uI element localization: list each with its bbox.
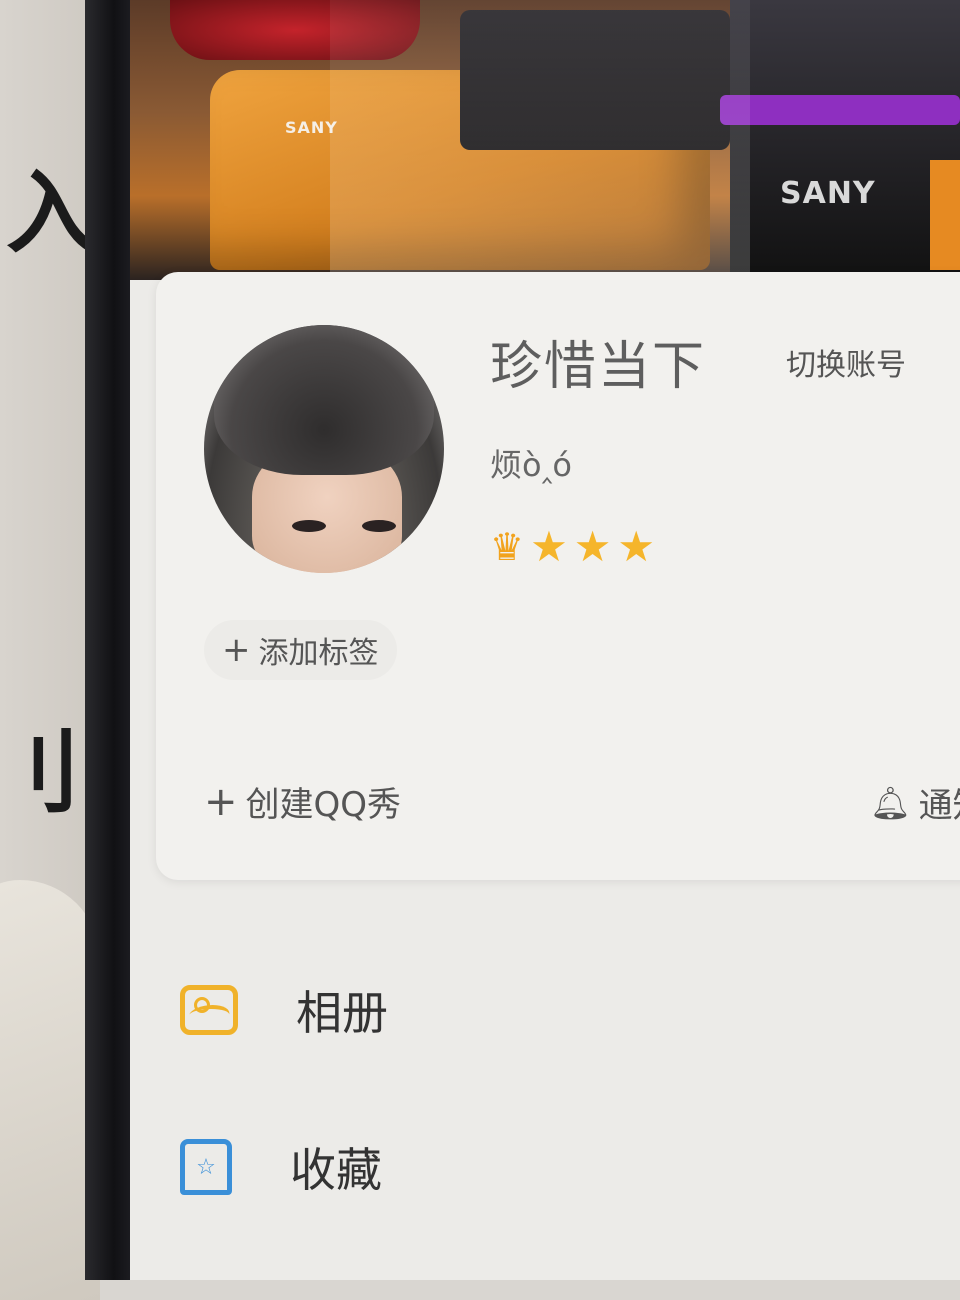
cover-cab-right: [730, 0, 960, 280]
cover-image[interactable]: SANY SANY: [130, 0, 960, 280]
cover-detail: [930, 160, 960, 270]
level-badges[interactable]: ♛ ★ ★ ★: [490, 522, 655, 572]
avatar-eye: [362, 520, 396, 532]
create-qq-show-button[interactable]: + 创建QQ秀: [204, 777, 401, 826]
phone-bezel: [85, 0, 133, 1280]
cover-detail: [720, 95, 960, 125]
nickname[interactable]: 珍惜⁣当下: [490, 324, 706, 399]
menu-item-label: 收藏: [290, 1143, 382, 1197]
menu-item-label: 相册: [296, 986, 388, 1040]
phone-screen: SANY SANY 珍惜⁣当下 切换账号 烦ò‸ó ♛ ★ ★ ★ + 添加标签…: [130, 0, 960, 1280]
create-qq-show-label: 创建QQ秀: [245, 785, 402, 825]
desk-print: 刂: [0, 721, 80, 826]
bell-icon: 🔔︎: [870, 783, 911, 822]
star-icon: ☆: [196, 1154, 216, 1180]
favorites-icon: ☆: [180, 1139, 232, 1195]
switch-account-button[interactable]: 切换账号: [786, 340, 906, 384]
profile-card: 珍惜⁣当下 切换账号 烦ò‸ó ♛ ★ ★ ★ + 添加标签 + 创建QQ秀 🔔…: [156, 272, 960, 880]
avatar-eye: [292, 520, 326, 532]
crown-icon: ♛: [490, 525, 525, 569]
star-icon: ★: [530, 522, 568, 571]
add-tag-label: 添加标签: [258, 636, 379, 671]
add-tag-button[interactable]: + 添加标签: [204, 620, 397, 680]
cover-brand-text: SANY: [780, 176, 876, 211]
desk-print: 入: [6, 161, 96, 266]
star-icon: ★: [573, 522, 612, 571]
avatar[interactable]: [204, 325, 444, 573]
cover-glare: [330, 0, 750, 280]
plus-icon: +: [222, 630, 251, 670]
menu-item-album[interactable]: 相册: [180, 975, 388, 1045]
avatar-hair: [214, 325, 434, 475]
menu-item-favorites[interactable]: ☆ 收藏: [180, 1132, 382, 1202]
album-icon: [180, 985, 238, 1035]
signature[interactable]: 烦ò‸ó: [490, 440, 572, 486]
star-icon: ★: [617, 522, 656, 571]
notify-label: 通知: [918, 786, 960, 826]
notify-button[interactable]: 🔔︎ 通知: [870, 778, 960, 827]
album-icon-hill: [185, 1005, 233, 1025]
plus-icon: +: [204, 778, 238, 825]
